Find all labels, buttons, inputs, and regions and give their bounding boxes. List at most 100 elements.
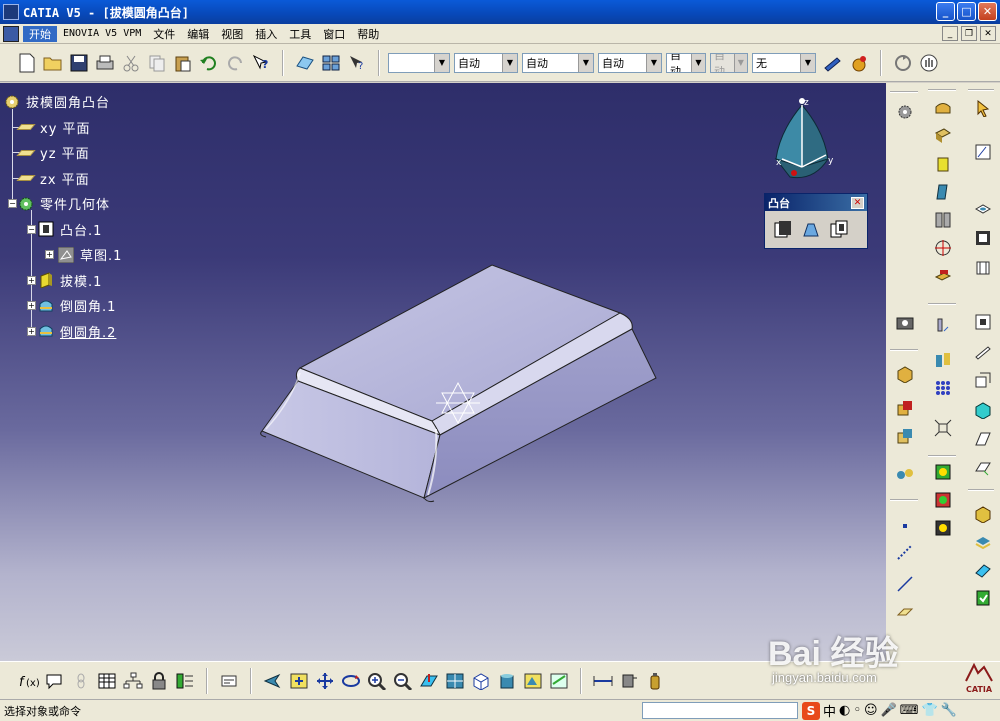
doc-close-button[interactable]: ✕: [980, 26, 996, 41]
menu-edit[interactable]: 编辑: [181, 26, 215, 42]
rotate-icon[interactable]: [338, 668, 364, 694]
ime-wrench-icon[interactable]: 🔧: [941, 703, 957, 718]
chevron-down-icon[interactable]: ▼: [502, 53, 517, 72]
line-type-combo[interactable]: 自动 ▼: [522, 52, 594, 73]
swap-visible-space-icon[interactable]: [546, 668, 572, 694]
chevron-down-icon[interactable]: ▼: [578, 53, 593, 72]
link-icon[interactable]: [68, 668, 94, 694]
ime-mic-icon[interactable]: 🎤: [881, 703, 897, 718]
comment-icon[interactable]: [42, 668, 68, 694]
camera-icon[interactable]: [894, 311, 916, 333]
sweep-icon[interactable]: [972, 369, 994, 391]
copy-icon[interactable]: [144, 50, 170, 76]
zoom-in-icon[interactable]: [364, 668, 390, 694]
boolean-add-icon[interactable]: [894, 397, 916, 419]
close-button[interactable]: ✕: [978, 2, 997, 21]
rib-icon[interactable]: [932, 153, 954, 175]
undo-icon[interactable]: [196, 50, 222, 76]
analysis-icon[interactable]: [932, 461, 954, 483]
multi-pad-icon[interactable]: [827, 217, 851, 241]
sketch-plane-icon[interactable]: [292, 50, 318, 76]
fit-all-icon[interactable]: [286, 668, 312, 694]
menu-insert[interactable]: 插入: [249, 26, 283, 42]
multi-view-icon[interactable]: [318, 50, 344, 76]
apply-material-icon[interactable]: [846, 50, 872, 76]
line-weight-combo[interactable]: 自动 ▼: [454, 52, 518, 73]
normal-view-icon[interactable]: [416, 668, 442, 694]
ime-smile-icon[interactable]: ☺: [864, 703, 878, 718]
select-arrow-icon[interactable]: [972, 97, 994, 119]
target-icon[interactable]: [932, 237, 954, 259]
isometric-view-icon[interactable]: [468, 668, 494, 694]
compass-icon[interactable]: z x y: [766, 95, 840, 191]
remove-face-icon[interactable]: [932, 265, 954, 287]
menu-start[interactable]: 开始: [23, 25, 57, 42]
macro-icon[interactable]: [216, 668, 242, 694]
graphic-property-combo[interactable]: 无 ▼: [752, 52, 816, 73]
3d-viewport[interactable]: 拔模圆角凸台 xy 平面 yz 平面 zx 平面 − 零件几何体 − 凸台.1 …: [0, 83, 886, 661]
scale-icon[interactable]: [932, 417, 954, 439]
pattern-icon[interactable]: [932, 377, 954, 399]
paste-icon[interactable]: [170, 50, 196, 76]
part-model[interactable]: [0, 83, 886, 661]
translate-icon[interactable]: [932, 349, 954, 371]
title-bar[interactable]: CATIA V5 - [拔模圆角凸台] _ □ ✕: [0, 0, 1000, 24]
ime-moon-icon[interactable]: ◐: [839, 703, 850, 718]
hierarchy-icon[interactable]: [120, 668, 146, 694]
slot-icon[interactable]: [972, 341, 994, 363]
measure-icon[interactable]: [894, 463, 916, 485]
document-icon[interactable]: [3, 25, 19, 42]
redo-icon[interactable]: [222, 50, 248, 76]
eraser-icon[interactable]: [972, 559, 994, 581]
shading-icon[interactable]: [494, 668, 520, 694]
point-type-combo[interactable]: 自动 ▼: [598, 52, 662, 73]
menu-view[interactable]: 视图: [215, 26, 249, 42]
measure-between-icon[interactable]: [590, 668, 616, 694]
chevron-down-icon[interactable]: ▼: [800, 53, 815, 72]
chevron-down-icon[interactable]: ▼: [646, 53, 661, 72]
groove-icon[interactable]: [972, 257, 994, 279]
whats-this-icon[interactable]: ?: [248, 50, 274, 76]
frame-icon[interactable]: [972, 227, 994, 249]
ime-mode[interactable]: 中: [823, 701, 836, 720]
zoom-out-icon[interactable]: [390, 668, 416, 694]
table-icon[interactable]: [94, 668, 120, 694]
hole-feature-icon[interactable]: [972, 199, 994, 221]
design-table-icon[interactable]: [172, 668, 198, 694]
maximize-button[interactable]: □: [957, 2, 976, 21]
format-painter-icon[interactable]: [820, 50, 846, 76]
curvature-analysis-icon[interactable]: [932, 517, 954, 539]
drafted-filleted-pad-icon[interactable]: [799, 217, 823, 241]
split-icon[interactable]: [972, 503, 994, 525]
pad-toolbar-close-button[interactable]: ✕: [851, 196, 864, 209]
sew-surface-icon[interactable]: [972, 531, 994, 553]
stiffener-icon[interactable]: [932, 181, 954, 203]
save-icon[interactable]: [66, 50, 92, 76]
doc-minimize-button[interactable]: _: [942, 26, 958, 41]
boolean-remove-icon[interactable]: [894, 425, 916, 447]
ime-keyboard-icon[interactable]: ⌨: [900, 703, 919, 718]
pad-toolbar-title-bar[interactable]: 凸台 ✕: [765, 194, 867, 211]
line-icon[interactable]: [894, 573, 916, 595]
shaft-icon[interactable]: [932, 97, 954, 119]
chevron-down-icon[interactable]: ▼: [434, 53, 449, 72]
menu-tools[interactable]: 工具: [283, 26, 317, 42]
select-query-icon[interactable]: ?: [344, 50, 370, 76]
pan-icon[interactable]: [312, 668, 338, 694]
open-folder-icon[interactable]: [40, 50, 66, 76]
new-file-icon[interactable]: [14, 50, 40, 76]
hand-pan-icon[interactable]: [916, 50, 942, 76]
doc-restore-button[interactable]: ❐: [961, 26, 977, 41]
menu-help[interactable]: 帮助: [351, 26, 385, 42]
chevron-down-icon[interactable]: ▼: [690, 53, 705, 72]
fly-mode-icon[interactable]: [260, 668, 286, 694]
pad-floating-toolbar[interactable]: 凸台 ✕: [764, 193, 868, 249]
thick-surface-icon[interactable]: [972, 429, 994, 451]
cut-icon[interactable]: [118, 50, 144, 76]
sketcher-icon[interactable]: [972, 141, 994, 163]
close-surface-icon[interactable]: [972, 457, 994, 479]
ime-punct-icon[interactable]: ◦: [853, 703, 861, 718]
lock-icon[interactable]: [146, 668, 172, 694]
ime-shirt-icon[interactable]: 👕: [922, 703, 938, 718]
menu-window[interactable]: 窗口: [317, 26, 351, 42]
